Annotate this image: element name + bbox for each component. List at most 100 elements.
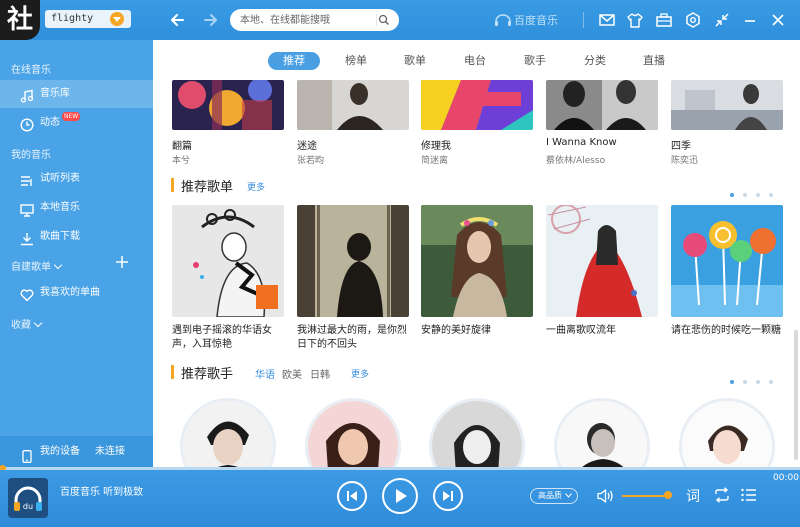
singer-tab-jpkr[interactable]: 日韩	[310, 366, 330, 381]
playlist-cover[interactable]	[421, 205, 533, 317]
album-artist[interactable]: 张若昀	[297, 153, 324, 166]
album-artist[interactable]: 陈奕迅	[671, 153, 698, 166]
chevron-down-icon	[53, 260, 63, 270]
main-content: 推荐 榜单 歌单 电台 歌手 分类 直播 翻篇 本兮 迷途 张若昀 修理我 简迷…	[153, 40, 800, 467]
search-input[interactable]	[240, 9, 370, 31]
carousel-dot[interactable]	[769, 380, 773, 384]
volume-icon[interactable]	[596, 488, 614, 504]
carousel-dot[interactable]	[730, 193, 734, 197]
album-cover[interactable]	[671, 80, 783, 130]
play-button[interactable]	[382, 478, 418, 514]
singer-tab-western[interactable]: 欧美	[282, 366, 302, 381]
playlist-title[interactable]: 我淋过最大的雨，是你烈日下的不回头	[297, 324, 413, 352]
close-icon[interactable]	[769, 11, 787, 29]
playlist-title[interactable]: 遇到电子摇滚的华语女声，入耳惊艳	[172, 324, 288, 352]
add-playlist-button[interactable]	[115, 255, 129, 269]
singer-avatar[interactable]	[554, 398, 650, 467]
mail-icon[interactable]	[598, 11, 616, 29]
album-title[interactable]: 四季	[671, 137, 691, 152]
tab-playlists[interactable]: 歌单	[402, 52, 428, 70]
sidebar-item-feed[interactable]: 动态 NEW	[0, 109, 153, 137]
album-cover[interactable]	[546, 80, 658, 130]
album-artist[interactable]: 蔡依林/Alesso	[546, 153, 605, 166]
quality-select[interactable]: 高品质	[530, 488, 578, 504]
lyrics-button[interactable]: 词	[686, 486, 700, 506]
toolbox-icon[interactable]	[655, 11, 673, 29]
mini-mode-icon[interactable]	[713, 11, 731, 29]
section-collection[interactable]: 收藏	[11, 316, 43, 331]
album-cover[interactable]	[172, 80, 284, 130]
album-title[interactable]: I Wanna Know	[546, 137, 617, 148]
section-accent-bar	[171, 178, 174, 192]
sidebar-item-label: 我喜欢的单曲	[40, 287, 100, 298]
user-dropdown-icon[interactable]	[110, 12, 124, 26]
playlist-title[interactable]: 一曲离歌叹流年	[546, 324, 662, 338]
singer-avatar[interactable]	[180, 398, 276, 467]
settings-gear-icon[interactable]	[684, 11, 702, 29]
previous-button[interactable]	[337, 481, 367, 511]
sidebar-item-downloads[interactable]: 歌曲下载	[0, 223, 153, 251]
sidebar-item-music-library[interactable]: 音乐库	[0, 80, 153, 108]
album-title[interactable]: 迷途	[297, 137, 317, 152]
device-bar[interactable]: 我的设备 未连接	[0, 436, 153, 467]
section-custom-playlists[interactable]: 自建歌单	[11, 258, 63, 273]
singer-avatar[interactable]	[305, 398, 401, 467]
chevron-down-icon	[33, 318, 43, 328]
album-cover[interactable]	[297, 80, 409, 130]
quality-label: 高品质	[538, 491, 562, 500]
tab-charts[interactable]: 榜单	[343, 52, 369, 70]
new-badge: NEW	[62, 112, 81, 121]
tab-singers[interactable]: 歌手	[522, 52, 548, 70]
carousel-dot[interactable]	[769, 193, 773, 197]
repeat-icon[interactable]	[713, 487, 731, 503]
sidebar-item-label: 试听列表	[40, 173, 80, 184]
clock-icon	[20, 116, 34, 132]
volume-handle[interactable]	[664, 491, 672, 499]
back-button[interactable]	[168, 10, 188, 30]
album-cover[interactable]	[421, 80, 533, 130]
tab-categories[interactable]: 分类	[582, 52, 608, 70]
section-label: 自建歌单	[11, 262, 51, 273]
download-icon	[20, 230, 34, 246]
more-link[interactable]: 更多	[247, 180, 265, 193]
skin-icon[interactable]	[626, 11, 644, 29]
album-title[interactable]: 修理我	[421, 137, 451, 152]
playlist-cover[interactable]	[671, 205, 783, 317]
sidebar-item-label: 歌曲下载	[40, 231, 80, 242]
playlist-queue-icon[interactable]	[741, 488, 757, 502]
playlist-title[interactable]: 安静的美好旋律	[421, 324, 537, 338]
carousel-dot[interactable]	[756, 380, 760, 384]
album-artist[interactable]: 本兮	[172, 153, 190, 166]
minimize-icon[interactable]	[741, 11, 759, 29]
forward-button[interactable]	[200, 10, 220, 30]
tab-recommend[interactable]: 推荐	[268, 52, 320, 70]
next-button[interactable]	[433, 481, 463, 511]
sidebar-item-local-music[interactable]: 本地音乐	[0, 194, 153, 222]
sidebar-item-favorites[interactable]: 我喜欢的单曲	[0, 279, 153, 307]
singer-avatar[interactable]	[679, 398, 775, 467]
volume-slider[interactable]	[622, 495, 668, 497]
sidebar-item-trial-list[interactable]: 试听列表	[0, 165, 153, 193]
section-label: 收藏	[11, 320, 31, 331]
carousel-dot[interactable]	[743, 380, 747, 384]
tab-live[interactable]: 直播	[641, 52, 667, 70]
tab-radio[interactable]: 电台	[462, 52, 488, 70]
carousel-dot[interactable]	[730, 380, 734, 384]
playlist-cover[interactable]	[172, 205, 284, 317]
album-title[interactable]: 翻篇	[172, 137, 192, 152]
playlist-cover[interactable]	[546, 205, 658, 317]
playlist-icon	[20, 172, 34, 186]
app-logo[interactable]: 社	[0, 0, 40, 40]
carousel-dot[interactable]	[743, 193, 747, 197]
search-icon[interactable]	[375, 13, 390, 27]
time-display: 00:00	[773, 473, 799, 483]
scrollbar[interactable]	[794, 330, 798, 460]
singer-avatar[interactable]	[429, 398, 525, 467]
playlist-cover[interactable]	[297, 205, 409, 317]
carousel-dot[interactable]	[756, 193, 760, 197]
album-artist[interactable]: 简迷离	[421, 153, 448, 166]
now-playing-cover[interactable]: du	[8, 478, 48, 518]
playlist-title[interactable]: 请在悲伤的时候吃一颗糖	[671, 324, 787, 338]
more-link[interactable]: 更多	[351, 367, 369, 380]
singer-tab-chinese[interactable]: 华语	[255, 366, 275, 381]
